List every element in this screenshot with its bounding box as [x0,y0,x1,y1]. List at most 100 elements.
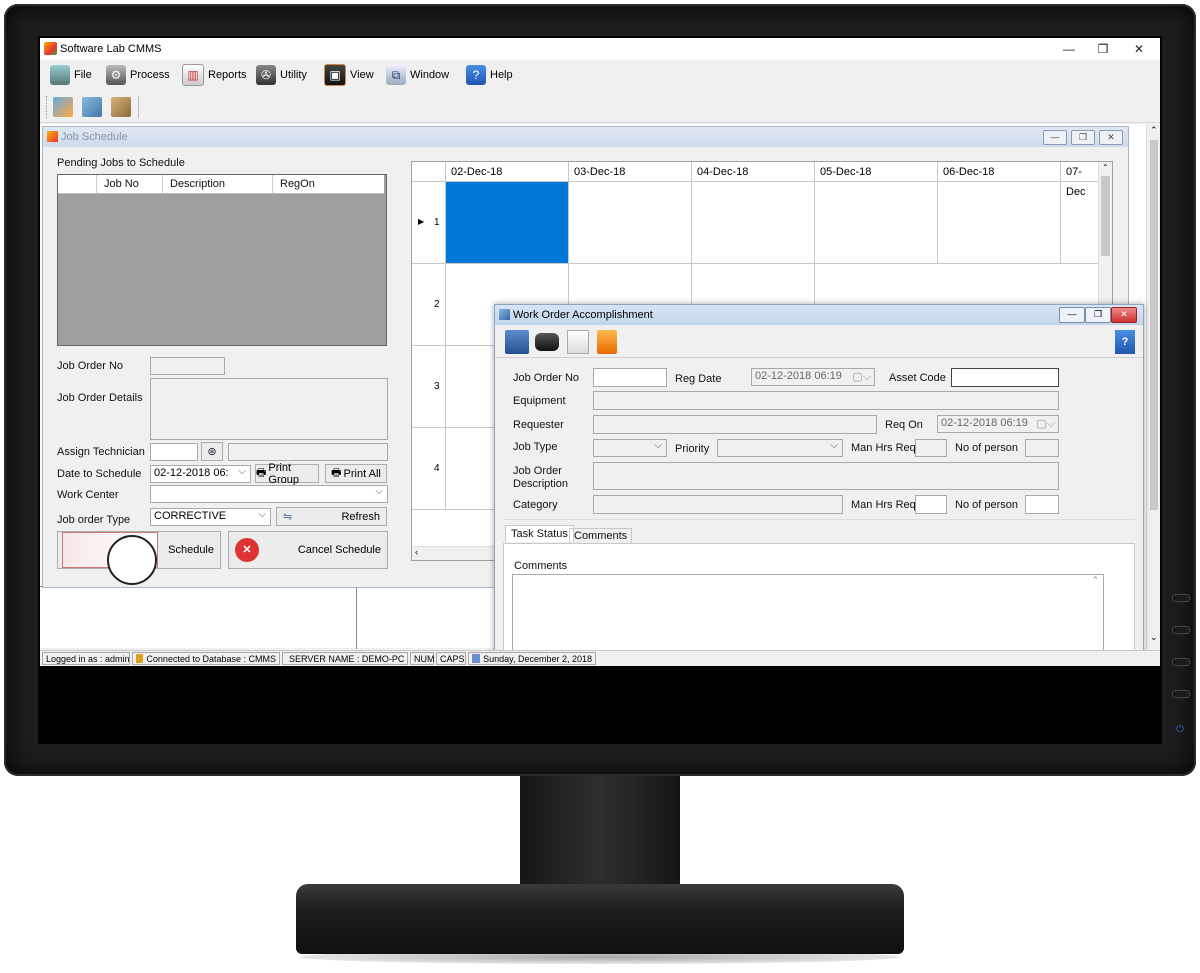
grid-column-header[interactable]: 02-Dec-18 [446,162,569,182]
menu-reports[interactable]: ▥ Reports [182,64,247,86]
job-order-description-field[interactable] [593,462,1059,490]
minimize-button[interactable]: — [1052,40,1086,58]
comments-textarea[interactable]: ⌃ [512,574,1104,651]
grid-column-header[interactable]: 06-Dec-18 [938,162,1061,182]
grid-cell[interactable] [938,182,1061,264]
work-order-titlebar[interactable]: Work Order Accomplishment — ❐ ✕ [495,305,1143,325]
column-regon[interactable]: RegOn [280,178,315,190]
scroll-left-icon[interactable]: ‹ [415,547,418,557]
clock-face [107,535,157,585]
grid-row-header[interactable]: 3 [412,346,446,428]
man-hrs-field[interactable] [915,495,947,514]
copy-icon[interactable] [82,97,102,117]
menu-label: Help [490,69,513,81]
pending-jobs-list[interactable]: Job No Description RegOn [57,174,387,346]
schedule-button[interactable]: Schedule [57,531,221,585]
job-order-no-field[interactable] [150,357,225,375]
scroll-down-icon[interactable]: ⌄ [1150,632,1158,643]
grid-column-header[interactable]: 05-Dec-18 [815,162,938,182]
menu-window[interactable]: ⧉ Window [386,64,449,86]
save-icon[interactable] [505,330,529,354]
asset-code-field[interactable] [951,368,1059,387]
grid-cell-selected[interactable] [446,182,569,264]
column-description[interactable]: Description [170,178,225,190]
menu-view[interactable]: ▣ View [324,64,374,86]
grid-row-header[interactable]: 4 [412,428,446,510]
toolbar-grip [46,96,49,118]
grid-column-header[interactable]: 04-Dec-18 [692,162,815,182]
scroll-up-icon[interactable]: ⌃ [1150,125,1158,136]
recycle-bin-icon[interactable] [597,330,617,354]
scroll-up-icon[interactable]: ⌃ [1102,163,1109,172]
column-job-no[interactable]: Job No [104,178,139,190]
row-number: 2 [434,299,440,310]
no-of-person-field[interactable] [1025,495,1059,514]
close-button[interactable]: ✕ [1122,40,1156,58]
reg-date-picker[interactable]: 02-12-2018 06:19 ▢⌵ [751,368,875,386]
grid-cell[interactable] [815,182,938,264]
calendar-clock-icon [62,532,158,585]
man-hrs-field[interactable] [915,439,947,457]
menu-utility[interactable]: ✇ Utility [256,64,307,86]
grid-cell[interactable] [569,182,692,264]
no-of-person-field[interactable] [1025,439,1059,457]
menu-file[interactable]: File [50,64,92,86]
help-question-icon[interactable]: ? [1115,330,1135,354]
toolbar [40,92,1160,123]
status-num: NUM [410,652,435,665]
date-to-schedule-picker[interactable]: 02-12-2018 06: [150,465,251,483]
row-number: 3 [434,381,440,392]
cancel-icon: ✕ [235,538,259,562]
grid-row-header[interactable]: ▶ 1 [412,182,446,264]
job-schedule-title: Job Schedule [61,131,128,143]
cancel-schedule-button[interactable]: ✕ Cancel Schedule [228,531,388,569]
cancel-schedule-label: Cancel Schedule [297,544,381,556]
wo-restore-button[interactable]: ❐ [1085,307,1111,323]
print-all-button[interactable]: 🖶 Print All [325,464,387,483]
wo-minimize-button[interactable]: — [1059,307,1085,323]
tab-task-status[interactable]: Task Status [505,525,574,542]
req-on-picker[interactable]: 02-12-2018 06:19 ▢⌵ [937,415,1059,433]
cut-icon[interactable] [53,97,73,117]
refresh-button[interactable]: ⇋ Refresh [276,507,387,526]
work-center-dropdown[interactable] [150,485,388,503]
wo-close-button[interactable]: ✕ [1111,307,1137,323]
js-restore-button[interactable]: ❐ [1071,130,1095,145]
row-pointer-icon: ▶ [418,217,425,226]
js-minimize-button[interactable]: — [1043,130,1067,145]
job-order-details-field[interactable] [150,378,388,440]
job-order-type-dropdown[interactable]: CORRECTIVE [150,508,271,526]
menu-label: Window [410,69,450,81]
binoculars-icon[interactable] [535,333,559,351]
status-database-text: Connected to Database : CMMS [146,653,276,664]
scroll-thumb[interactable] [1150,140,1158,510]
asset-code-label: Asset Code [889,372,946,384]
row-number: 4 [434,463,440,474]
grid-column-header[interactable]: 03-Dec-18 [569,162,692,182]
grid-cell[interactable] [692,182,815,264]
grid-column-header[interactable]: 07-Dec [1061,162,1101,198]
requester-field [593,415,877,434]
job-type-dropdown[interactable] [593,439,667,457]
menu-help[interactable]: ? Help [466,64,513,86]
menu-label: View [350,69,374,81]
js-close-button[interactable]: ✕ [1099,130,1123,145]
technician-code-field[interactable] [150,443,198,461]
priority-dropdown[interactable] [717,439,843,457]
job-schedule-titlebar[interactable]: Job Schedule — ❐ ✕ [43,127,1128,147]
status-caps: CAPS [436,652,466,665]
scroll-up-icon[interactable]: ⌃ [1091,575,1099,586]
menu-process[interactable]: ⚙ Process [106,64,170,86]
scroll-thumb[interactable] [1101,176,1110,256]
grid-cell[interactable] [1061,182,1101,264]
app-window: Software Lab CMMS — ❐ ✕ File ⚙ Process ▥… [40,38,1160,666]
workspace-vertical-scrollbar[interactable]: ⌃ ⌄ [1146,124,1160,648]
tab-comments[interactable]: Comments [569,528,633,543]
restore-button[interactable]: ❐ [1086,40,1120,58]
report-icon[interactable] [567,330,589,354]
paste-icon[interactable] [111,97,131,117]
print-group-button[interactable]: 🖶 Print Group [255,462,319,486]
binoculars-search-button[interactable]: ⊛ [201,442,223,461]
wo-job-order-no-field[interactable] [593,368,667,387]
grid-row-header[interactable]: 2 [412,264,446,346]
